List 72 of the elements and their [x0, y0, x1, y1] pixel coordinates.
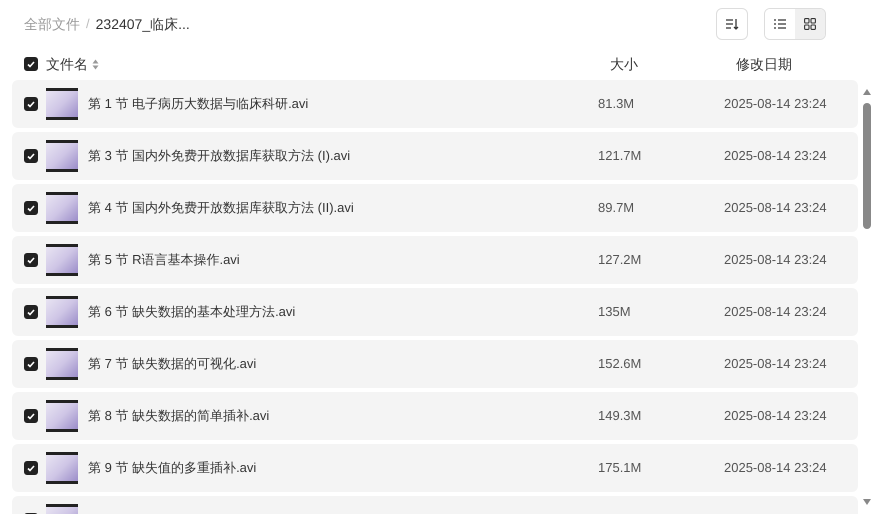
modified-date: 2025-08-14 23:24 — [724, 459, 827, 478]
checkbox[interactable] — [24, 149, 38, 163]
checkmark-icon — [27, 308, 35, 316]
checkmark-icon — [27, 60, 35, 68]
file-name[interactable]: 第 1 节 电子病历大数据与临床科研.avi — [88, 94, 598, 114]
scroll-thumb[interactable] — [863, 103, 871, 229]
video-thumbnail — [46, 88, 78, 120]
file-name[interactable]: 第 4 节 国内外免费开放数据库获取方法 (II).avi — [88, 198, 598, 218]
breadcrumb-current: 232407_临床... — [96, 14, 190, 34]
list-icon — [774, 19, 786, 29]
checkbox[interactable] — [24, 201, 38, 215]
checkmark-icon — [27, 152, 35, 160]
file-size: 127.2M — [598, 251, 642, 270]
video-thumbnail — [46, 296, 78, 328]
modified-date: 2025-08-14 23:24 — [724, 407, 827, 426]
modified-date: 2025-08-14 23:24 — [724, 147, 827, 166]
video-thumbnail — [46, 452, 78, 484]
file-size: 89.7M — [598, 199, 636, 218]
checkmark-icon — [27, 464, 35, 472]
checkmark-icon — [27, 360, 35, 368]
breadcrumb-separator: / — [86, 15, 90, 34]
file-row[interactable]: 第 3 节 国内外免费开放数据库获取方法 (I).avi 121.7M 2025-08-14 23:24 — [12, 132, 858, 180]
file-size: 121.7M — [598, 147, 642, 166]
file-row[interactable]: 第 4 节 国内外免费开放数据库获取方法 (II).avi 89.7M 2025-08-14 23:24 — [12, 184, 858, 232]
checkbox[interactable] — [24, 57, 38, 71]
checkmark-icon — [27, 100, 35, 108]
modified-date: 2025-08-14 23:24 — [724, 355, 827, 374]
file-name[interactable]: 第 6 节 缺失数据的基本处理方法.avi — [88, 302, 598, 322]
sort-icon — [724, 18, 739, 30]
file-name[interactable]: 第 8 节 缺失数据的简单插补.avi — [88, 406, 598, 426]
video-thumbnail — [46, 244, 78, 276]
scroll-up-icon[interactable] — [862, 88, 872, 96]
grid-icon — [804, 18, 816, 30]
file-size: 81.3M — [598, 95, 636, 114]
file-row[interactable]: 第 1 节 电子病历大数据与临床科研.avi 81.3M 2025-08-14 23:24 — [12, 80, 858, 128]
file-row[interactable]: 第 9 节 缺失值的多重插补.avi 175.1M 2025-08-14 23:24 — [12, 444, 858, 492]
checkbox[interactable] — [24, 357, 38, 371]
checkmark-icon — [27, 412, 35, 420]
grid-view-button[interactable] — [794, 9, 825, 39]
file-size: 175.1M — [598, 459, 642, 478]
video-thumbnail — [46, 192, 78, 224]
checkmark-icon — [27, 204, 35, 212]
video-thumbnail — [46, 348, 78, 380]
file-name[interactable]: 第 9 节 缺失值的多重插补.avi — [88, 458, 598, 478]
modified-date: 2025-08-14 23:24 — [724, 251, 827, 270]
modified-date: 2025-08-14 23:24 — [724, 303, 827, 322]
checkbox[interactable] — [24, 253, 38, 267]
file-name[interactable]: 第 7 节 缺失数据的可视化.avi — [88, 354, 598, 374]
checkbox[interactable] — [24, 461, 38, 475]
checkbox[interactable] — [24, 97, 38, 111]
sort-button[interactable] — [716, 8, 748, 40]
scroll-down-icon[interactable] — [862, 498, 872, 506]
modified-date: 2025-08-14 23:24 — [724, 95, 827, 114]
checkmark-icon — [27, 256, 35, 264]
sort-arrows-icon[interactable] — [92, 58, 99, 70]
modified-date: 2025-08-14 23:24 — [724, 199, 827, 218]
file-size: 149.3M — [598, 407, 642, 426]
video-thumbnail — [46, 140, 78, 172]
file-name[interactable]: 第 3 节 国内外免费开放数据库获取方法 (I).avi — [88, 146, 598, 166]
column-header[interactable]: 文件名 — [46, 54, 88, 74]
file-row[interactable]: 第 8 节 缺失数据的简单插补.avi 149.3M 2025-08-14 23:24 — [12, 392, 858, 440]
file-row[interactable]: 第 5 节 R语言基本操作.avi 127.2M 2025-08-14 23:24 — [12, 236, 858, 284]
file-size: 135M — [598, 303, 632, 322]
video-thumbnail — [46, 400, 78, 432]
file-size: 152.6M — [598, 355, 642, 374]
file-row[interactable]: 第 6 节 缺失数据的基本处理方法.avi 135M 2025-08-14 23:24 — [12, 288, 858, 336]
checkbox[interactable] — [24, 409, 38, 423]
column-header: 大小 — [610, 54, 638, 74]
file-row[interactable]: 第 7 节 缺失数据的可视化.avi 152.6M 2025-08-14 23:24 — [12, 340, 858, 388]
column-header: 修改日期 — [736, 54, 792, 74]
checkbox[interactable] — [24, 305, 38, 319]
file-name[interactable]: 第 5 节 R语言基本操作.avi — [88, 250, 598, 270]
